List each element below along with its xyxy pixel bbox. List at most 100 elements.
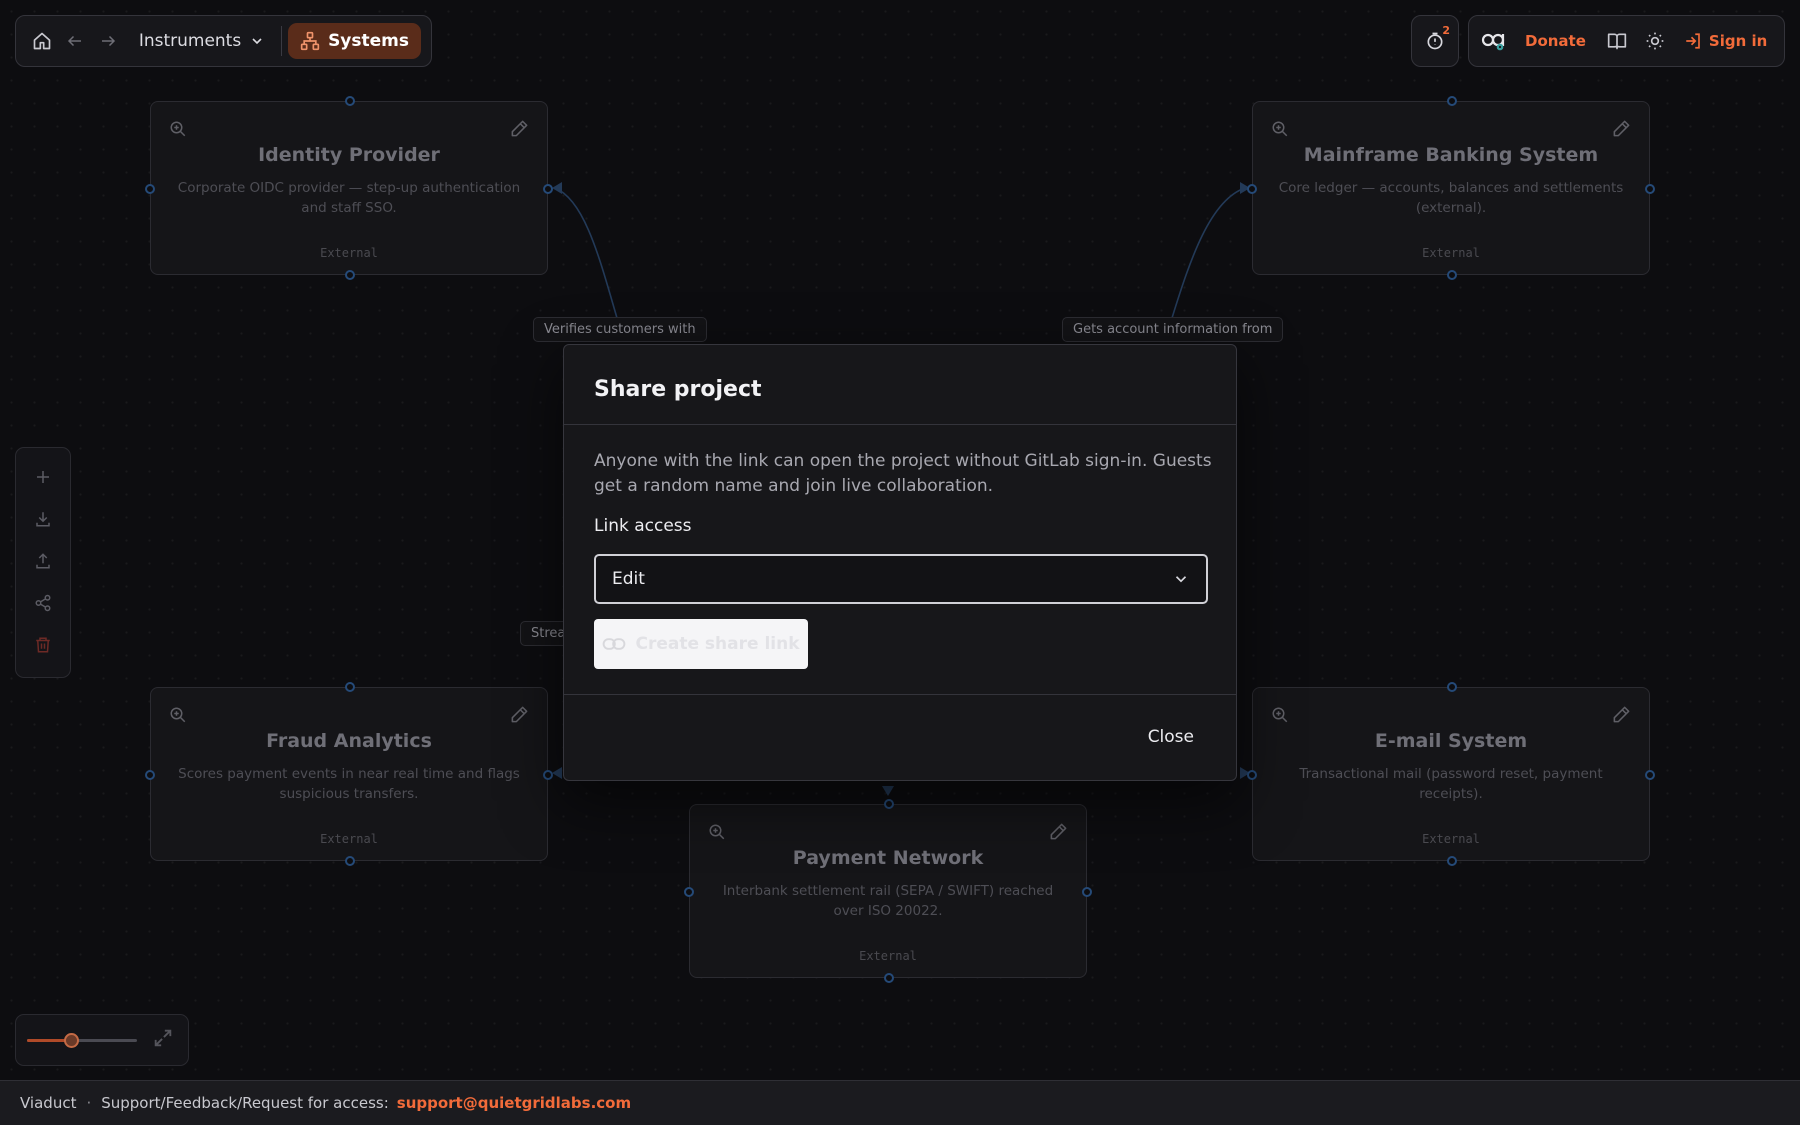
connection-handle[interactable] [684, 887, 694, 897]
project-name: Instruments [138, 31, 242, 51]
pencil-icon[interactable] [510, 119, 529, 138]
connection-handle[interactable] [1447, 270, 1457, 280]
edge-label[interactable]: Verifies customers with [533, 317, 707, 342]
connection-handle[interactable] [1645, 770, 1655, 780]
link-access-value: Edit [612, 569, 645, 589]
node-description: Scores payment events in near real time … [178, 766, 520, 802]
log-in-icon [1686, 33, 1700, 49]
node-title: E-mail System [1374, 730, 1528, 752]
footer: Viaduct · Support/Feedback/Request for a… [0, 1080, 1800, 1125]
connection-handle[interactable] [543, 184, 553, 194]
home-button[interactable] [26, 22, 59, 60]
arrow-left-icon [68, 35, 82, 47]
zoom-control [15, 1014, 189, 1066]
fit-view-button[interactable] [152, 1027, 174, 1049]
create-share-link-button[interactable]: Create share link [594, 619, 808, 669]
pencil-icon[interactable] [1049, 822, 1068, 841]
zoom-slider[interactable] [27, 1033, 137, 1048]
account-toolbar: Donate Sign in [1468, 15, 1785, 67]
pencil-icon[interactable] [1612, 705, 1631, 724]
node-description: Core ledger — accounts, balances and set… [1278, 180, 1624, 216]
support-email-link[interactable]: support@quietgridlabs.com [397, 1094, 631, 1112]
separator: · [86, 1094, 92, 1112]
link-access-select[interactable]: Edit [594, 554, 1208, 604]
connection-handle[interactable] [345, 270, 355, 280]
connection-handle[interactable] [1247, 770, 1257, 780]
node-title: Identity Provider [258, 144, 440, 166]
systems-view-button[interactable]: Systems [288, 23, 421, 59]
node-title: Mainframe Banking System [1303, 144, 1599, 166]
node-description: Corporate OIDC provider — step-up authen… [177, 180, 521, 216]
add-node-button[interactable] [24, 458, 62, 496]
dialog-description: Anyone with the link can open the projec… [594, 451, 1212, 496]
plus-icon [37, 471, 49, 483]
node-fraud-analytics[interactable]: Fraud Analytics Scores payment events in… [145, 682, 553, 866]
connection-handle[interactable] [1447, 682, 1457, 692]
zoom-in-icon[interactable] [1271, 120, 1289, 138]
zoom-thumb[interactable] [64, 1033, 79, 1048]
systems-label: Systems [328, 31, 409, 51]
zoom-in-icon[interactable] [708, 823, 726, 841]
divider [564, 424, 1236, 425]
connection-handle[interactable] [543, 770, 553, 780]
connection-handle[interactable] [1247, 184, 1257, 194]
connection-handle[interactable] [345, 96, 355, 106]
download-icon [36, 512, 50, 527]
connection-handle[interactable] [145, 184, 155, 194]
chevron-down-icon [252, 38, 262, 45]
upload-button[interactable] [24, 542, 62, 580]
edge-arrow [882, 786, 894, 796]
home-icon [34, 32, 51, 50]
zoom-in-icon[interactable] [1271, 706, 1289, 724]
node-tag: External [1422, 246, 1480, 260]
divider [564, 694, 1236, 695]
chevron-down-icon [1175, 576, 1187, 583]
back-button[interactable] [59, 22, 92, 60]
connection-handle[interactable] [145, 770, 155, 780]
node-mainframe-banking[interactable]: Mainframe Banking System Core ledger — a… [1247, 96, 1655, 280]
close-button[interactable]: Close [1148, 727, 1194, 747]
donate-link[interactable]: Donate [1513, 32, 1598, 50]
zoom-in-icon[interactable] [169, 706, 187, 724]
download-button[interactable] [24, 500, 62, 538]
forward-button[interactable] [92, 22, 125, 60]
connection-handle[interactable] [1645, 184, 1655, 194]
sign-in-button[interactable]: Sign in [1674, 32, 1775, 50]
logo-icon [1481, 33, 1505, 51]
pencil-icon[interactable] [510, 705, 529, 724]
node-tag: External [320, 246, 378, 260]
maximize-icon [154, 1029, 172, 1047]
docs-button[interactable] [1598, 22, 1636, 60]
connection-handle[interactable] [345, 682, 355, 692]
dialog-title: Share project [594, 377, 762, 402]
project-selector[interactable]: Instruments [125, 22, 275, 60]
connection-handle[interactable] [345, 856, 355, 866]
connection-handle[interactable] [1082, 887, 1092, 897]
sun-icon [1646, 32, 1664, 50]
arrow-right-icon [102, 35, 116, 47]
edge-label[interactable]: Gets account information from [1062, 317, 1284, 342]
delete-button[interactable] [24, 626, 62, 664]
pencil-icon[interactable] [1612, 119, 1631, 138]
node-description: Transactional mail (password reset, paym… [1299, 766, 1603, 802]
node-email-system[interactable]: E-mail System Transactional mail (passwo… [1247, 682, 1655, 866]
edge-mainframe [1171, 187, 1246, 319]
upload-icon [36, 553, 50, 569]
node-identity-provider[interactable]: Identity Provider Corporate OIDC provide… [145, 96, 553, 280]
trash-icon [36, 637, 50, 653]
node-tag: External [1422, 832, 1480, 846]
edge-arrow [552, 767, 562, 779]
zoom-in-icon[interactable] [169, 120, 187, 138]
book-open-icon [1607, 33, 1627, 50]
connection-handle[interactable] [1447, 96, 1457, 106]
connection-handle[interactable] [884, 973, 894, 983]
app-name: Viaduct [20, 1094, 77, 1112]
theme-toggle-button[interactable] [1636, 22, 1674, 60]
node-description: Interbank settlement rail (SEPA / SWIFT)… [722, 883, 1054, 919]
brand-logo[interactable] [1475, 22, 1513, 60]
share-button[interactable] [24, 584, 62, 622]
node-payment-network[interactable]: Payment Network Interbank settlement rai… [684, 799, 1092, 983]
connection-handle[interactable] [884, 799, 894, 809]
connection-handle[interactable] [1447, 856, 1457, 866]
notifications-button[interactable]: 2 [1411, 15, 1459, 67]
